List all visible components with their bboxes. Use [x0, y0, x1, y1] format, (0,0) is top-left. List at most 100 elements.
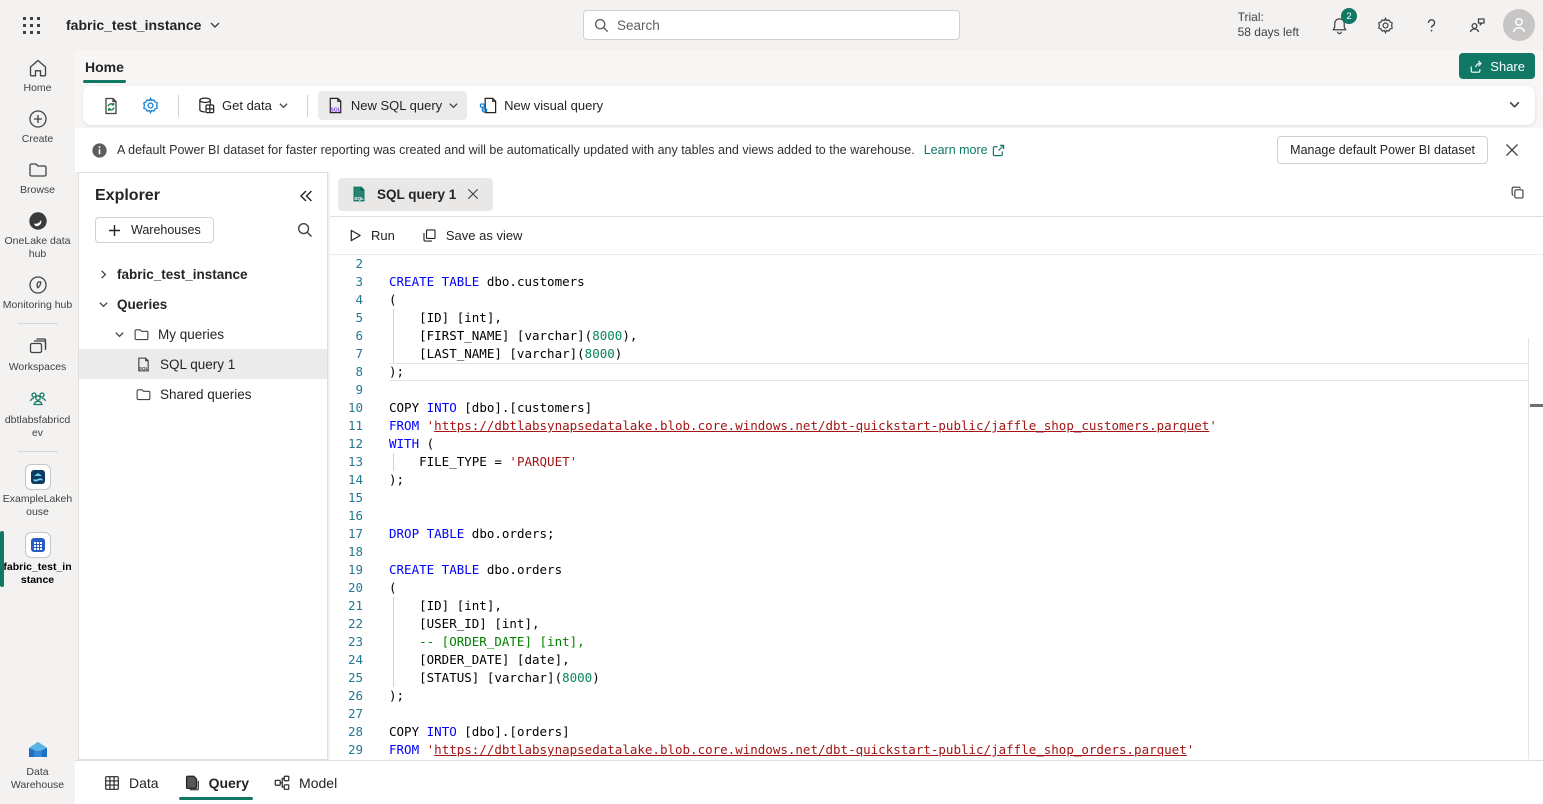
nav-workspaces[interactable]: Workspaces: [0, 329, 75, 380]
explorer-search-icon[interactable]: [297, 222, 313, 238]
new-sql-query-button[interactable]: SQL New SQL query: [318, 91, 467, 120]
code-line[interactable]: 8);: [330, 363, 1543, 381]
notifications-button[interactable]: 2: [1319, 5, 1359, 45]
line-content[interactable]: -- [ORDER_DATE] [int],: [389, 633, 1528, 651]
line-content[interactable]: DROP TABLE dbo.orders;: [389, 525, 1528, 543]
collapse-ribbon-button[interactable]: [1508, 98, 1521, 116]
tree-item-sql-query-1[interactable]: SQL SQL query 1: [79, 349, 327, 379]
add-warehouses-button[interactable]: Warehouses: [95, 217, 214, 243]
code-line[interactable]: 28COPY INTO [dbo].[orders]: [330, 723, 1543, 741]
code-line[interactable]: 18: [330, 543, 1543, 561]
code-line[interactable]: 21 [ID] [int],: [330, 597, 1543, 615]
manage-dataset-button[interactable]: Manage default Power BI dataset: [1277, 136, 1488, 164]
line-content[interactable]: );: [389, 363, 1528, 381]
code-line[interactable]: 14);: [330, 471, 1543, 489]
line-content[interactable]: [ID] [int],: [389, 309, 1528, 327]
learn-more-link[interactable]: Learn more: [924, 143, 1005, 157]
nav-item-examplelakehouse[interactable]: ExampleLakehouse: [0, 457, 75, 525]
line-content[interactable]: [389, 255, 1528, 273]
line-content[interactable]: [LAST_NAME] [varchar](8000): [389, 345, 1528, 363]
code-line[interactable]: 11FROM 'https://dbtlabsynapsedatalake.bl…: [330, 417, 1543, 435]
new-visual-query-button[interactable]: New visual query: [471, 91, 611, 120]
nav-workspace-dbtlabsfabricdev[interactable]: dbtlabsfabricdev: [0, 380, 75, 446]
code-line[interactable]: 24 [ORDER_DATE] [date],: [330, 651, 1543, 669]
line-content[interactable]: FROM 'https://dbtlabsynapsedatalake.blob…: [389, 417, 1528, 435]
code-area[interactable]: 23CREATE TABLE dbo.customers4(5 [ID] [in…: [330, 255, 1543, 759]
line-content[interactable]: CREATE TABLE dbo.orders: [389, 561, 1528, 579]
overview-ruler[interactable]: [1528, 338, 1543, 759]
line-content[interactable]: );: [389, 687, 1528, 705]
line-content[interactable]: WITH (: [389, 435, 1528, 453]
refresh-settings-button[interactable]: [93, 91, 129, 121]
line-content[interactable]: (: [389, 291, 1528, 309]
share-button[interactable]: Share: [1459, 53, 1535, 79]
code-line[interactable]: 13 FILE_TYPE = 'PARQUET': [330, 453, 1543, 471]
line-content[interactable]: [STATUS] [varchar](8000): [389, 669, 1528, 687]
feedback-button[interactable]: [1457, 5, 1497, 45]
line-content[interactable]: [389, 507, 1528, 525]
line-content[interactable]: [389, 705, 1528, 723]
code-line[interactable]: 25 [STATUS] [varchar](8000): [330, 669, 1543, 687]
settings-button[interactable]: [1365, 5, 1405, 45]
code-line[interactable]: 17DROP TABLE dbo.orders;: [330, 525, 1543, 543]
code-line[interactable]: 26);: [330, 687, 1543, 705]
tree-item-queries[interactable]: Queries: [79, 289, 327, 319]
code-line[interactable]: 22 [USER_ID] [int],: [330, 615, 1543, 633]
tree-item-warehouse[interactable]: fabric_test_instance: [79, 259, 327, 289]
nav-create[interactable]: Create: [0, 101, 75, 152]
close-tab-button[interactable]: [465, 186, 481, 202]
code-line[interactable]: 12WITH (: [330, 435, 1543, 453]
nav-monitoring-hub[interactable]: Monitoring hub: [0, 267, 75, 318]
app-launcher-icon[interactable]: [14, 0, 48, 50]
code-line[interactable]: 2: [330, 255, 1543, 273]
tab-data[interactable]: Data: [99, 761, 163, 804]
run-button[interactable]: Run: [348, 228, 395, 243]
line-content[interactable]: FROM 'https://dbtlabsynapsedatalake.blob…: [389, 741, 1528, 759]
line-content[interactable]: [389, 489, 1528, 507]
line-content[interactable]: [USER_ID] [int],: [389, 615, 1528, 633]
code-line[interactable]: 4(: [330, 291, 1543, 309]
search-input[interactable]: Search: [583, 10, 960, 40]
banner-close-button[interactable]: [1497, 135, 1527, 165]
get-data-button[interactable]: Get data: [189, 91, 297, 120]
code-line[interactable]: 5 [ID] [int],: [330, 309, 1543, 327]
code-line[interactable]: 15: [330, 489, 1543, 507]
code-line[interactable]: 16: [330, 507, 1543, 525]
save-as-view-button[interactable]: Save as view: [421, 227, 523, 244]
help-button[interactable]: [1411, 5, 1451, 45]
nav-item-fabric-test-instance[interactable]: fabric_test_instance: [0, 525, 75, 593]
line-content[interactable]: );: [389, 471, 1528, 489]
line-content[interactable]: CREATE TABLE dbo.customers: [389, 273, 1528, 291]
code-line[interactable]: 9: [330, 381, 1543, 399]
code-line[interactable]: 20(: [330, 579, 1543, 597]
code-line[interactable]: 6 [FIRST_NAME] [varchar](8000),: [330, 327, 1543, 345]
avatar[interactable]: [1503, 9, 1535, 41]
nav-home[interactable]: Home: [0, 50, 75, 101]
line-content[interactable]: [389, 543, 1528, 561]
workspace-switcher[interactable]: fabric_test_instance: [66, 17, 221, 33]
collapse-panel-icon[interactable]: [299, 189, 313, 203]
tab-model[interactable]: Model: [269, 761, 341, 804]
tree-item-shared-queries[interactable]: Shared queries: [79, 379, 327, 409]
query-tab-sql-query-1[interactable]: SQL SQL query 1: [338, 178, 493, 211]
tab-home[interactable]: Home: [83, 55, 126, 79]
nav-onelake-data-hub[interactable]: OneLake data hub: [0, 203, 75, 267]
line-content[interactable]: COPY INTO [dbo].[orders]: [389, 723, 1528, 741]
nav-browse[interactable]: Browse: [0, 152, 75, 203]
code-line[interactable]: 3CREATE TABLE dbo.customers: [330, 273, 1543, 291]
code-line[interactable]: 23 -- [ORDER_DATE] [int],: [330, 633, 1543, 651]
tab-query[interactable]: Query: [179, 761, 253, 804]
code-line[interactable]: 7 [LAST_NAME] [varchar](8000): [330, 345, 1543, 363]
copy-button[interactable]: [1509, 184, 1527, 207]
line-content[interactable]: [ORDER_DATE] [date],: [389, 651, 1528, 669]
line-content[interactable]: (: [389, 579, 1528, 597]
code-line[interactable]: 27: [330, 705, 1543, 723]
tree-item-my-queries[interactable]: My queries: [79, 319, 327, 349]
nav-data-warehouse[interactable]: Data Warehouse: [0, 730, 75, 804]
line-content[interactable]: FILE_TYPE = 'PARQUET': [389, 453, 1528, 471]
line-content[interactable]: [389, 381, 1528, 399]
line-content[interactable]: COPY INTO [dbo].[customers]: [389, 399, 1528, 417]
line-content[interactable]: [ID] [int],: [389, 597, 1528, 615]
code-line[interactable]: 10COPY INTO [dbo].[customers]: [330, 399, 1543, 417]
code-line[interactable]: 29FROM 'https://dbtlabsynapsedatalake.bl…: [330, 741, 1543, 759]
